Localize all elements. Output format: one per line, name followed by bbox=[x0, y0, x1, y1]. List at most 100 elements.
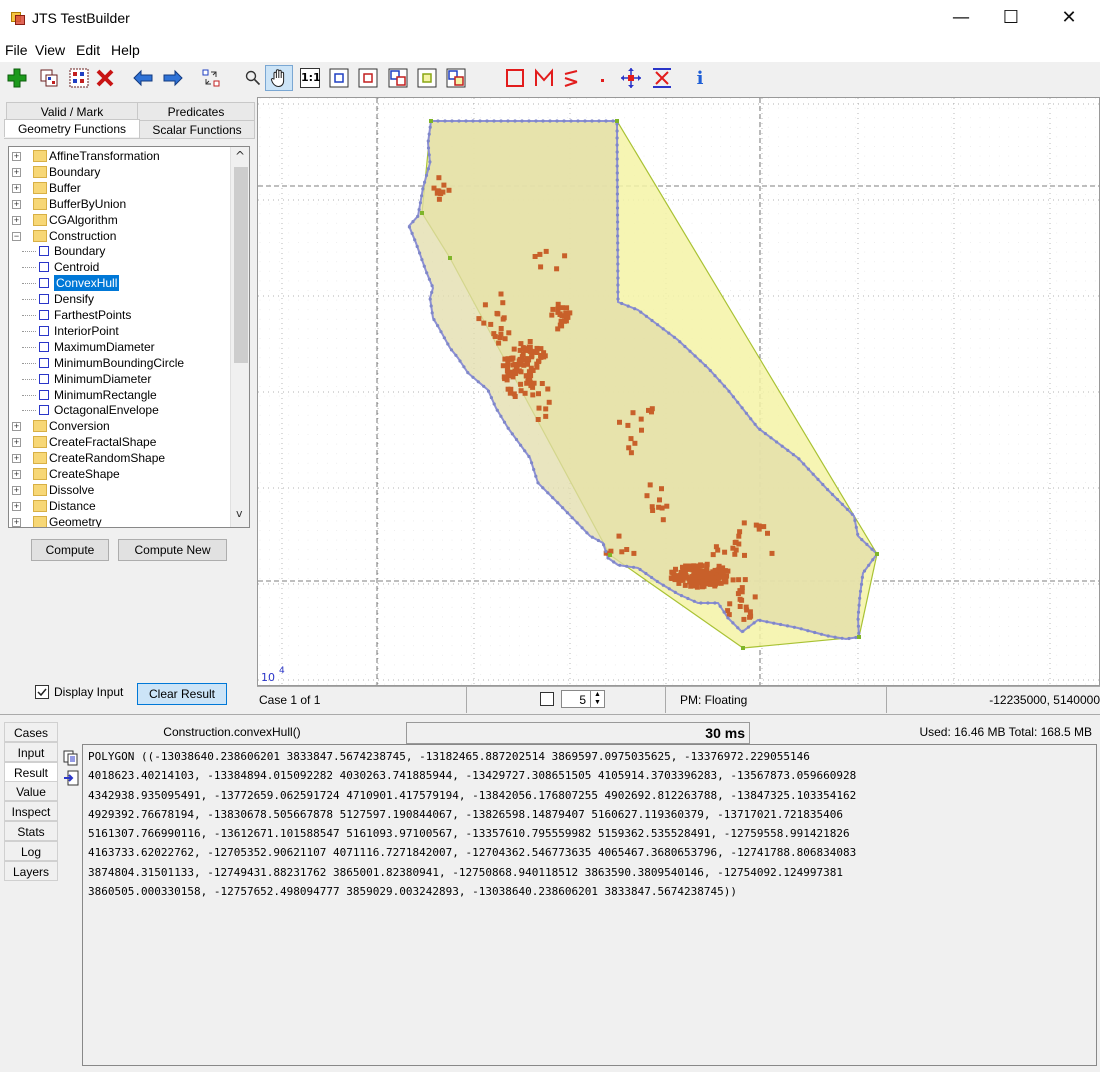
menu-help[interactable]: Help bbox=[111, 42, 140, 58]
tree-item[interactable]: − Construction bbox=[9, 228, 229, 244]
expand-icon[interactable]: + bbox=[12, 501, 21, 511]
display-input-checkbox[interactable] bbox=[35, 685, 49, 699]
zoom-result-button[interactable] bbox=[386, 66, 410, 90]
spinner-arrows-icon[interactable]: ▲ ▼ bbox=[590, 691, 604, 707]
tree-item[interactable]: + CreateFractalShape bbox=[9, 434, 229, 450]
side-tab-layers[interactable]: Layers bbox=[4, 860, 58, 881]
geometry-map-view[interactable]: 10 4 bbox=[257, 97, 1100, 686]
snap-checkbox[interactable] bbox=[540, 692, 554, 706]
copy-case-button[interactable] bbox=[37, 66, 61, 90]
next-case-button[interactable] bbox=[161, 66, 185, 90]
tree-item[interactable]: InteriorPoint bbox=[9, 323, 229, 339]
expand-icon[interactable]: + bbox=[12, 454, 21, 464]
zoom-all-button[interactable] bbox=[444, 66, 468, 90]
side-tab-stats[interactable]: Stats bbox=[4, 821, 58, 841]
tree-item[interactable]: + Boundary bbox=[9, 164, 229, 180]
clear-result-button[interactable]: Clear Result bbox=[137, 683, 227, 705]
tree-item[interactable]: MinimumRectangle bbox=[9, 387, 229, 403]
tree-item[interactable]: + Dissolve bbox=[9, 482, 229, 498]
tree-item[interactable]: + AffineTransformation bbox=[9, 148, 229, 164]
expand-icon[interactable]: + bbox=[12, 438, 21, 448]
extract-component-button[interactable] bbox=[650, 66, 674, 90]
scroll-down-icon[interactable]: v bbox=[236, 507, 243, 520]
tolerance-spinner[interactable]: 5 ▲ ▼ bbox=[561, 690, 605, 708]
zoom-spatial-function-button[interactable] bbox=[415, 66, 439, 90]
previous-case-button[interactable] bbox=[131, 66, 155, 90]
draw-line-button[interactable] bbox=[559, 66, 583, 90]
copy-result-button[interactable] bbox=[63, 750, 79, 766]
close-button[interactable]: ✕ bbox=[1046, 0, 1092, 38]
result-wkt-text[interactable]: POLYGON ((-13038640.238606201 3833847.56… bbox=[82, 744, 1097, 1066]
tree-item[interactable]: MinimumBoundingCircle bbox=[9, 355, 229, 371]
expand-icon[interactable]: + bbox=[12, 422, 21, 432]
scroll-up-icon[interactable]: ^ bbox=[235, 149, 245, 163]
expand-icon[interactable]: + bbox=[12, 167, 21, 177]
vertex-marker bbox=[422, 264, 426, 268]
compute-new-button[interactable]: Compute New bbox=[118, 539, 227, 561]
input-point bbox=[436, 175, 442, 181]
tree-item[interactable]: + CGAlgorithm bbox=[9, 212, 229, 228]
side-tab-inspect[interactable]: Inspect bbox=[4, 801, 58, 822]
draw-point-button[interactable] bbox=[590, 66, 614, 90]
tree-item[interactable]: + Geometry bbox=[9, 514, 229, 527]
zoom-input-a-button[interactable] bbox=[327, 66, 351, 90]
tree-item[interactable]: Centroid bbox=[9, 259, 229, 275]
tree-item[interactable]: + Conversion bbox=[9, 418, 229, 434]
tree-item[interactable]: + CreateShape bbox=[9, 466, 229, 482]
draw-polygon-button[interactable] bbox=[503, 66, 527, 90]
collapse-icon[interactable]: − bbox=[12, 231, 21, 241]
tree-item[interactable]: MaximumDiameter bbox=[9, 339, 229, 355]
tree-item[interactable]: + CreateRandomShape bbox=[9, 450, 229, 466]
pan-button[interactable] bbox=[265, 65, 293, 91]
expand-icon[interactable]: + bbox=[12, 485, 21, 495]
vertex-marker bbox=[580, 526, 584, 530]
side-tab-result[interactable]: Result bbox=[4, 761, 58, 782]
tree-item[interactable]: ConvexHull bbox=[9, 275, 229, 292]
tab-geometry-functions[interactable]: Geometry Functions bbox=[4, 119, 140, 137]
tab-predicates[interactable]: Predicates bbox=[137, 102, 255, 120]
paste-case-button[interactable] bbox=[67, 66, 91, 90]
side-tab-input[interactable]: Input bbox=[4, 741, 58, 762]
side-tab-cases[interactable]: Cases bbox=[4, 722, 58, 742]
minimize-button[interactable]: — bbox=[938, 0, 984, 38]
expand-icon[interactable]: + bbox=[12, 199, 21, 209]
delete-case-button[interactable] bbox=[93, 66, 117, 90]
zoom-button[interactable] bbox=[241, 66, 265, 90]
load-result-button[interactable] bbox=[63, 770, 79, 786]
tab-valid-mark[interactable]: Valid / Mark bbox=[6, 102, 138, 120]
zoom-input-b-button[interactable] bbox=[356, 66, 380, 90]
expand-icon[interactable]: + bbox=[12, 470, 21, 479]
tree-item[interactable]: + Buffer bbox=[9, 180, 229, 196]
tree-scrollbar[interactable]: ^ v bbox=[230, 147, 249, 527]
zoom-one-to-one-button[interactable]: 1:1 bbox=[298, 66, 322, 90]
tree-item[interactable]: MinimumDiameter bbox=[9, 371, 229, 387]
draw-linestring-button[interactable] bbox=[532, 66, 556, 90]
maximize-button[interactable]: ☐ bbox=[988, 0, 1034, 38]
expand-icon[interactable]: + bbox=[12, 152, 21, 161]
exchange-geometries-button[interactable] bbox=[199, 66, 223, 90]
side-tab-log[interactable]: Log bbox=[4, 840, 58, 861]
vertex-marker bbox=[506, 426, 510, 430]
function-tree[interactable]: + Geometry + Distance + Dissolve + CreateShape +… bbox=[8, 146, 250, 528]
edit-vertex-button[interactable] bbox=[619, 66, 643, 90]
tab-scalar-functions[interactable]: Scalar Functions bbox=[139, 120, 255, 138]
compute-button[interactable]: Compute bbox=[31, 539, 109, 561]
expand-icon[interactable]: + bbox=[12, 517, 21, 527]
menu-edit[interactable]: Edit bbox=[76, 42, 100, 58]
menu-view[interactable]: View bbox=[35, 42, 65, 58]
expand-icon[interactable]: + bbox=[12, 183, 21, 193]
tree-item-label: MinimumRectangle bbox=[54, 387, 157, 402]
tree-item[interactable]: OctagonalEnvelope bbox=[9, 402, 229, 418]
tree-item[interactable]: Densify bbox=[9, 291, 229, 307]
add-case-button[interactable] bbox=[5, 66, 29, 90]
menu-file[interactable]: File bbox=[5, 42, 28, 58]
side-tab-value[interactable]: Value bbox=[4, 781, 58, 802]
expand-icon[interactable]: + bbox=[12, 215, 21, 225]
tree-scroll-thumb[interactable] bbox=[234, 167, 248, 363]
tree-item[interactable]: FarthestPoints bbox=[9, 307, 229, 323]
map-canvas[interactable]: 10 4 bbox=[258, 98, 1100, 686]
info-button[interactable]: i bbox=[688, 66, 712, 90]
tree-item[interactable]: + Distance bbox=[9, 498, 229, 514]
tree-item[interactable]: Boundary bbox=[9, 243, 229, 259]
tree-item[interactable]: + BufferByUnion bbox=[9, 196, 229, 212]
